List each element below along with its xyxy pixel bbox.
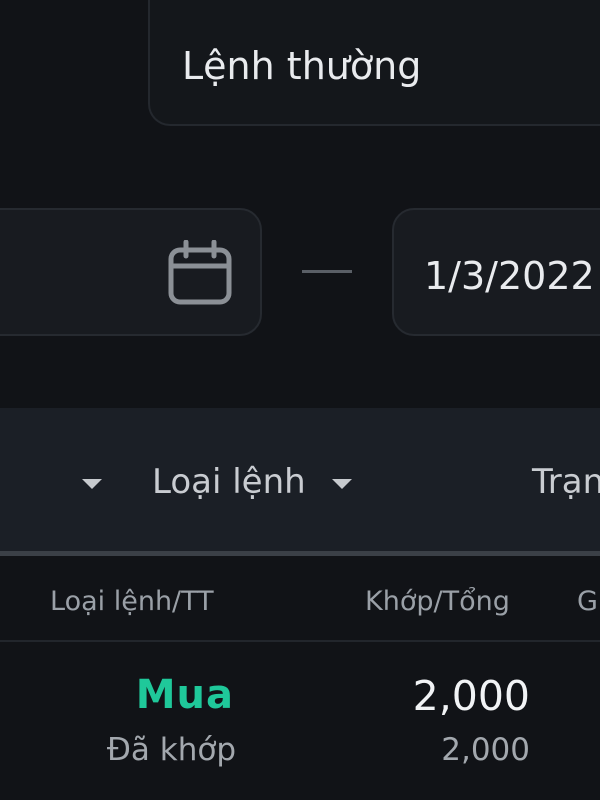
date-from-field[interactable] [0, 208, 262, 336]
column-header-next: G [577, 586, 598, 617]
table-header: Loại lệnh/TT Khớp/Tổng G [0, 556, 600, 642]
column-header-order-type-status: Loại lệnh/TT [50, 586, 214, 617]
date-to-value: 1/3/2022 [424, 254, 595, 298]
table-row[interactable]: Mua Đã khớp 2,000 2,000 [0, 642, 600, 800]
date-to-field[interactable]: 1/3/2022 [392, 208, 600, 336]
filter-bar: Loại lệnh Trạn [0, 408, 600, 554]
date-range-separator [302, 270, 352, 273]
matched-quantity: 2,000 [412, 672, 530, 720]
filter-order-type-label: Loại lệnh [152, 462, 306, 502]
order-history-screen: Lệnh thường 1/3/2022 Loại lệnh Trạn Loại… [0, 0, 600, 800]
calendar-icon[interactable] [166, 240, 234, 308]
filter-status-label[interactable]: Trạn [532, 462, 600, 502]
order-side: Mua [135, 672, 234, 718]
caret-down-icon [332, 479, 352, 489]
order-type-select[interactable]: Lệnh thường [148, 0, 600, 126]
order-type-value: Lệnh thường [182, 44, 422, 88]
order-status: Đã khớp [106, 732, 236, 768]
column-header-matched-total: Khớp/Tổng [365, 586, 510, 617]
total-quantity: 2,000 [441, 732, 530, 768]
caret-down-icon[interactable] [82, 479, 102, 489]
